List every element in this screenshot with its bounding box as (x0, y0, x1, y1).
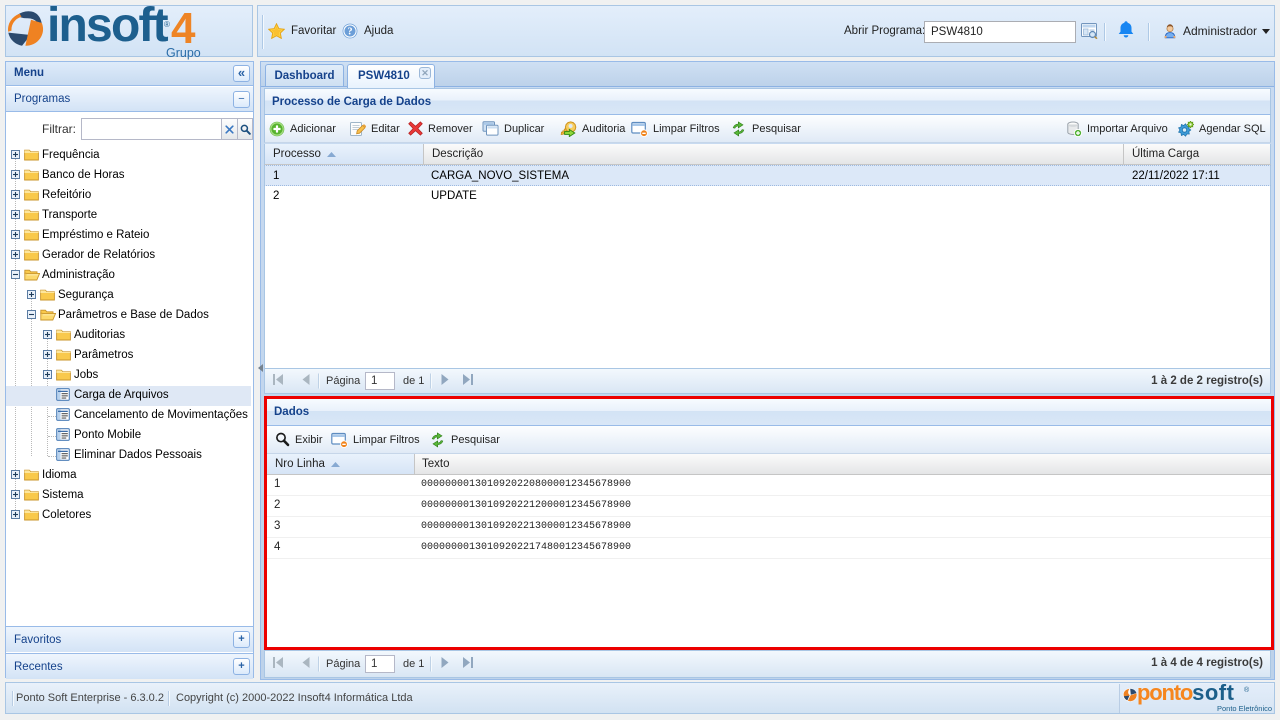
svg-text:?: ? (347, 27, 352, 38)
